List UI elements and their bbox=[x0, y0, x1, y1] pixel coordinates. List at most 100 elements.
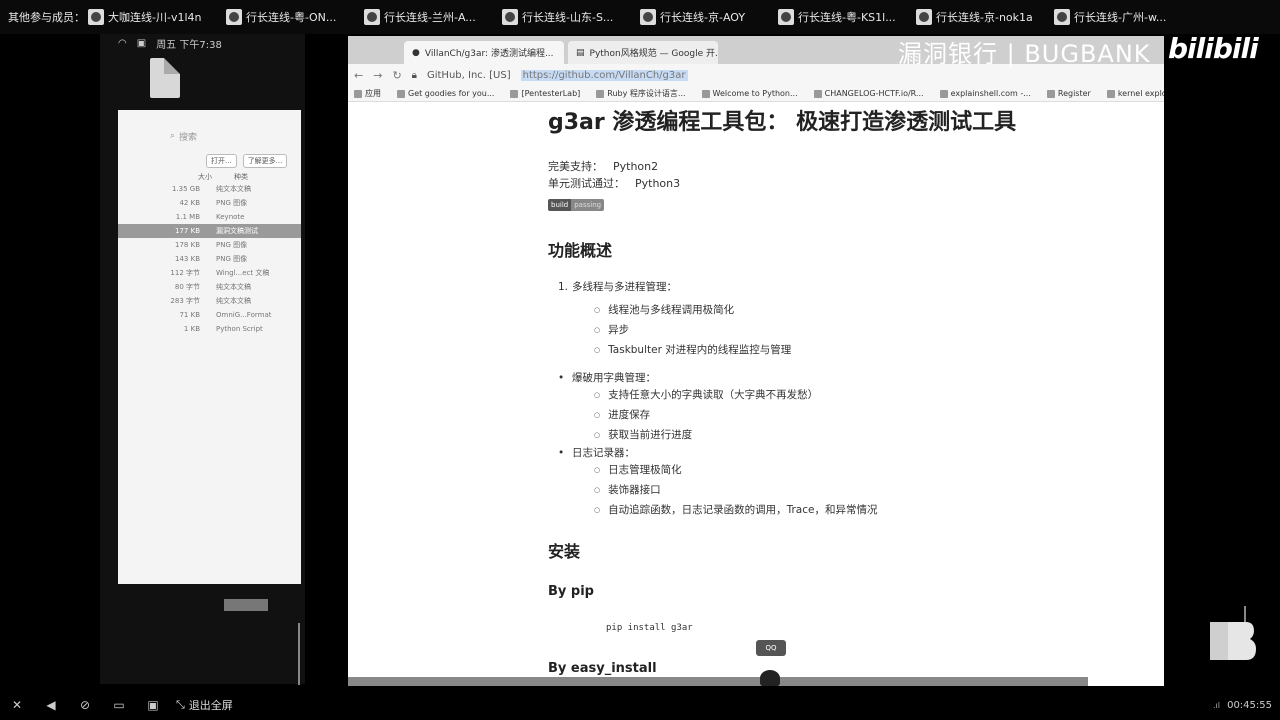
bookmark-icon bbox=[813, 89, 822, 98]
bugbank-logo-icon bbox=[1210, 622, 1256, 660]
bullet-icon: • bbox=[558, 372, 565, 384]
user-icon: ▣ bbox=[136, 38, 147, 49]
list-number: 1. bbox=[558, 281, 569, 293]
wifi-icon: ◠ bbox=[118, 38, 127, 49]
file-row[interactable]: 177 KB 漏洞文稿测试 bbox=[118, 224, 301, 238]
learn-more-button[interactable]: 了解更多... bbox=[242, 154, 288, 168]
tab-title: VillanCh/g3ar: 渗透测试编程... bbox=[424, 49, 554, 59]
column-kind[interactable]: 种类 bbox=[234, 172, 248, 182]
file-row[interactable]: 178 KB PNG 图像 bbox=[118, 238, 301, 252]
file-row[interactable]: 283 字节 纯文本文稿 bbox=[118, 294, 301, 308]
github-icon: ● bbox=[412, 47, 420, 58]
file-kind: Keynote bbox=[216, 213, 245, 221]
url-text[interactable]: https://github.com/VillanCh/g3ar bbox=[520, 69, 688, 81]
avatar bbox=[916, 9, 932, 25]
bookmark-label: Register bbox=[1057, 89, 1091, 98]
qq-icon[interactable] bbox=[760, 670, 780, 686]
file-row[interactable]: 80 字节 纯文本文稿 bbox=[118, 280, 301, 294]
bullet-icon: • bbox=[558, 447, 565, 459]
finder-search[interactable]: ⌕ 搜索 bbox=[170, 128, 280, 144]
file-kind: OmniG...Format bbox=[216, 311, 272, 319]
participant-name: 行长连线-京-nok1a bbox=[936, 11, 1033, 24]
file-row[interactable]: 1 KB Python Script bbox=[118, 322, 301, 336]
list-item: 1. 多线程与多进程管理： bbox=[548, 279, 1108, 294]
file-size: 1.35 GB bbox=[171, 185, 200, 193]
participant-item[interactable]: 行长连线-兰州-A... bbox=[364, 9, 502, 25]
participant-item[interactable]: 大咖连线-川-v1l4n bbox=[88, 9, 226, 25]
pip-command: pip install g3ar bbox=[606, 623, 693, 633]
file-kind: PNG 图像 bbox=[216, 241, 248, 249]
camera-off-icon[interactable]: ⊘ bbox=[78, 698, 92, 712]
bookmark-item[interactable]: CHANGELOG-HCTF.io/R... bbox=[813, 89, 924, 98]
participant-name: 行长连线-京-AOY bbox=[660, 11, 746, 24]
participant-item[interactable]: 行长连线-京-AOY bbox=[640, 9, 778, 25]
close-icon[interactable]: × bbox=[563, 48, 564, 58]
file-row[interactable]: 112 字节 Wingl...ect 文稿 bbox=[118, 266, 301, 280]
open-button[interactable]: 打开... bbox=[206, 154, 237, 168]
bookmark-item[interactable]: Get goodies for you... bbox=[397, 89, 494, 98]
bookmark-item[interactable]: 应用 bbox=[354, 88, 381, 99]
column-size[interactable]: 大小 bbox=[198, 172, 212, 182]
bookmark-item[interactable]: kernel explo bbox=[1106, 89, 1164, 98]
file-kind: PNG 图像 bbox=[216, 199, 248, 207]
participant-item[interactable]: 行长连线-京-nok1a bbox=[916, 9, 1054, 25]
list-item: 日志管理极简化 bbox=[594, 460, 1108, 480]
record-icon[interactable]: ▣ bbox=[146, 698, 160, 712]
list-item: 进度保存 bbox=[594, 405, 1108, 425]
file-kind: 纯文本文稿 bbox=[216, 297, 251, 305]
file-row[interactable]: 71 KB OmniG...Format bbox=[118, 308, 301, 322]
bookmark-item[interactable]: explainshell.com -... bbox=[939, 89, 1031, 98]
bookmark-icon bbox=[596, 89, 605, 98]
speaker-icon[interactable]: ◀ bbox=[44, 698, 58, 712]
bookmark-label: kernel explo bbox=[1117, 89, 1164, 98]
participant-name: 大咖连线-川-v1l4n bbox=[108, 11, 202, 24]
url-path: /VillanCh/g3ar bbox=[615, 69, 686, 81]
file-row[interactable]: 143 KB PNG 图像 bbox=[118, 252, 301, 266]
build-badge[interactable]: build passing bbox=[548, 199, 605, 211]
bookmark-label: [PentesterLab] bbox=[521, 89, 581, 98]
participant-item[interactable]: 行长连线-粤-KS1l... bbox=[778, 9, 916, 25]
file-row[interactable]: 1.35 GB 纯文本文稿 bbox=[118, 182, 301, 196]
screen-share-icon[interactable]: ▭ bbox=[112, 698, 126, 712]
list-item: 支持任意大小的字典读取（大字典不再发愁） bbox=[594, 385, 1108, 405]
bookmark-item[interactable]: Welcome to Python... bbox=[701, 89, 798, 98]
list-item: 获取当前进行进度 bbox=[594, 425, 1108, 445]
document-icon[interactable] bbox=[150, 58, 180, 98]
unittest-value: Python3 bbox=[635, 177, 681, 190]
bookmark-icon bbox=[1106, 89, 1115, 98]
exit-fullscreen-button[interactable]: ⤡ 退出全屏 bbox=[176, 697, 233, 713]
file-kind: 漏洞文稿测试 bbox=[216, 227, 258, 235]
bookmark-label: CHANGELOG-HCTF.io/R... bbox=[824, 89, 924, 98]
bookmark-icon bbox=[939, 89, 948, 98]
elapsed-time: 00:45:55 bbox=[1227, 699, 1272, 711]
doc-icon: ▤ bbox=[576, 47, 585, 58]
list-item: 装饰器接口 bbox=[594, 480, 1108, 500]
forward-icon[interactable]: → bbox=[373, 69, 382, 82]
site-identity: GitHub, Inc. [US] bbox=[426, 69, 511, 81]
bookmark-item[interactable]: Ruby 程序设计语言... bbox=[596, 88, 686, 99]
mic-mute-icon[interactable]: ✕ bbox=[10, 698, 24, 712]
file-row[interactable]: 1.1 MB Keynote bbox=[118, 210, 301, 224]
reload-icon[interactable]: ↻ bbox=[392, 69, 401, 82]
clock-text: 周五 下午7:38 bbox=[156, 40, 222, 51]
back-icon[interactable]: ← bbox=[354, 69, 363, 82]
bookmark-icon bbox=[397, 89, 405, 98]
file-size: 42 KB bbox=[179, 199, 200, 207]
tab-python-style[interactable]: ▤ Python风格规范 — Google 开... × bbox=[568, 41, 718, 64]
bookmark-icon bbox=[510, 89, 519, 98]
file-size: 112 字节 bbox=[170, 269, 200, 277]
avatar bbox=[364, 9, 380, 25]
bookmark-item[interactable]: Register bbox=[1046, 89, 1091, 98]
bookmark-label: 应用 bbox=[365, 89, 381, 98]
bookmark-item[interactable]: [PentesterLab] bbox=[510, 89, 580, 98]
file-kind: 纯文本文稿 bbox=[216, 283, 251, 291]
participant-item[interactable]: 行长连线-广州-w... bbox=[1054, 9, 1192, 25]
participants-label: 其他参与成员： bbox=[8, 11, 85, 24]
participant-name: 行长连线-山东-S... bbox=[522, 11, 614, 24]
participant-name: 行长连线-粤-ON... bbox=[246, 11, 337, 24]
unittest-label: 单元测试通过： bbox=[548, 177, 625, 190]
tab-github[interactable]: ● VillanCh/g3ar: 渗透测试编程... × bbox=[404, 41, 564, 64]
file-row[interactable]: 42 KB PNG 图像 bbox=[118, 196, 301, 210]
participant-item[interactable]: 行长连线-山东-S... bbox=[502, 9, 640, 25]
participant-item[interactable]: 行长连线-粤-ON... bbox=[226, 9, 364, 25]
